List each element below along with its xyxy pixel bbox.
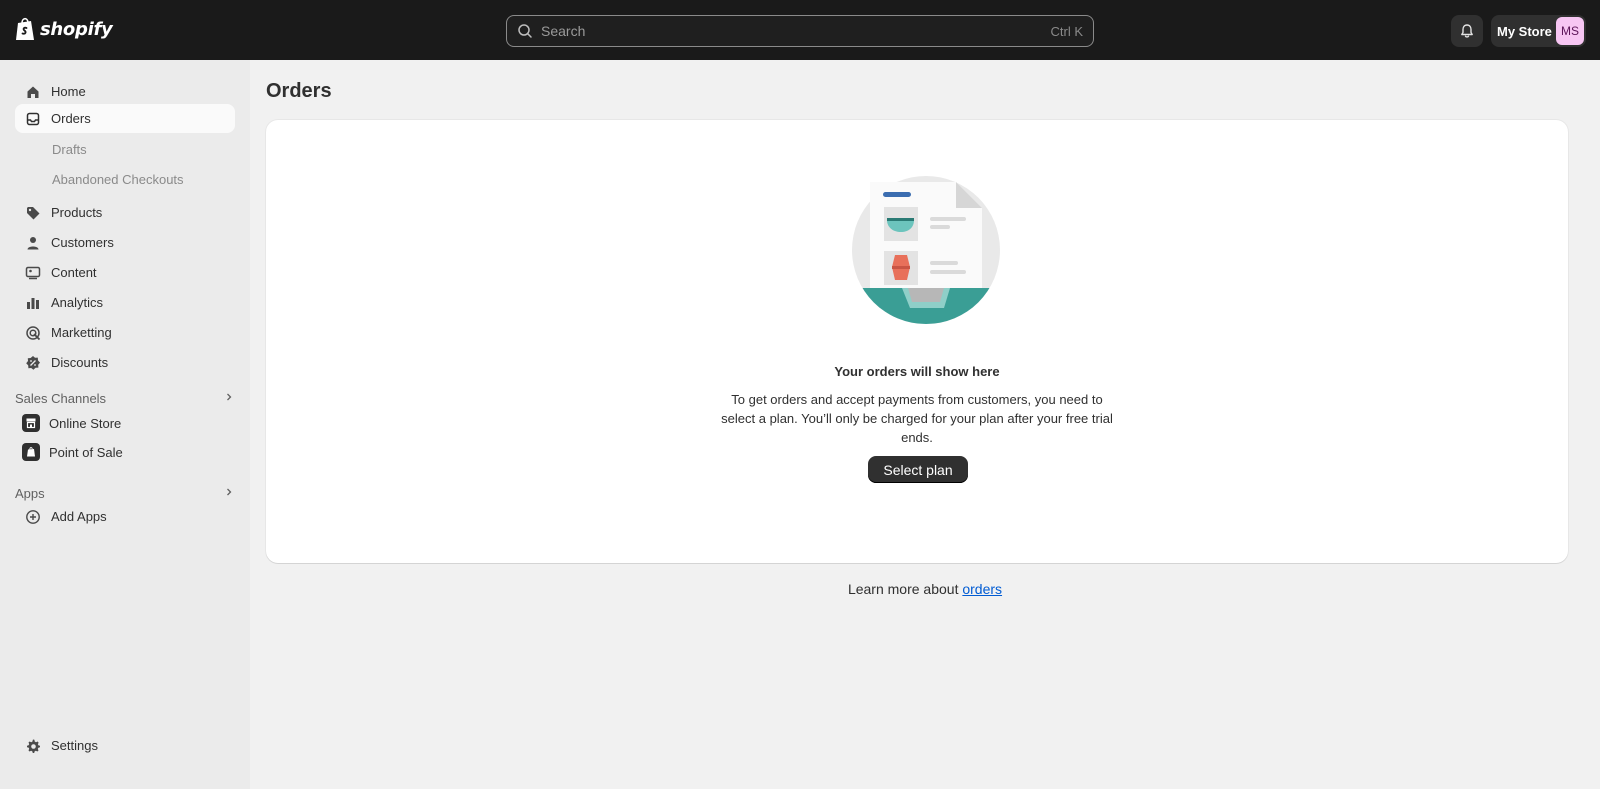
orders-illustration [852, 176, 1000, 324]
sidebar-item-marketing[interactable]: Marketting [15, 318, 235, 347]
sidebar-item-analytics[interactable]: Analytics [15, 288, 235, 317]
sales-channels-title: Sales Channels [15, 391, 107, 406]
sidebar-item-label: Marketting [51, 325, 112, 340]
learn-more-orders-link[interactable]: orders [962, 581, 1002, 597]
sidebar-item-online-store[interactable]: Online Store [22, 414, 121, 432]
sidebar-item-label: Content [51, 265, 97, 280]
sidebar-item-label: Customers [51, 235, 114, 250]
empty-state-card: Your orders will show here To get orders… [266, 120, 1568, 563]
sidebar-item-label: Add Apps [51, 509, 107, 524]
top-bar: shopify Ctrl K My Store MS [0, 0, 1600, 60]
plus-circle-icon [25, 509, 41, 525]
sidebar-item-settings[interactable]: Settings [15, 731, 235, 760]
bar-chart-icon [25, 295, 41, 311]
discount-icon [25, 355, 41, 371]
shopify-logo[interactable]: shopify [14, 16, 113, 42]
sidebar-item-orders[interactable]: Orders [15, 104, 235, 133]
chevron-right-icon [227, 488, 232, 496]
sidebar-item-products[interactable]: Products [15, 198, 235, 227]
person-icon [25, 235, 41, 251]
pos-icon [22, 443, 40, 461]
main-content: Orders Your orders will show here To get… [250, 60, 1600, 789]
sidebar-item-label: Settings [51, 738, 98, 753]
tag-icon [25, 205, 41, 221]
sales-channels-header[interactable]: Sales Channels [15, 391, 235, 406]
gear-icon [25, 738, 41, 754]
channel-label: Point of Sale [49, 444, 123, 460]
select-plan-button[interactable]: Select plan [868, 456, 968, 483]
sidebar-item-label: Products [51, 205, 103, 220]
learn-more: Learn more about orders [250, 581, 1600, 597]
sidebar-item-label: Discounts [51, 355, 109, 370]
store-name: My Store [1497, 23, 1552, 39]
empty-state-body: To get orders and accept payments from c… [721, 392, 1113, 445]
notifications-button[interactable] [1451, 15, 1483, 47]
sidebar-item-customers[interactable]: Customers [15, 228, 235, 257]
sidebar-item-discounts[interactable]: Discounts [15, 348, 235, 377]
sidebar-item-label: Orders [51, 111, 91, 126]
sidebar-subitem-drafts[interactable]: Drafts [52, 142, 87, 157]
inbox-icon [25, 111, 41, 127]
sidebar-item-label: Home [51, 84, 86, 99]
image-icon [25, 265, 41, 281]
target-icon [25, 325, 41, 341]
sidebar-item-label: Analytics [51, 295, 104, 310]
search-shortcut: Ctrl K [1050, 23, 1084, 39]
store-icon [22, 414, 40, 432]
channel-label: Online Store [49, 415, 122, 431]
store-menu-button[interactable]: My Store MS [1491, 15, 1586, 47]
logo-text: shopify [40, 18, 113, 40]
chevron-right-icon [227, 393, 232, 401]
search-input[interactable] [533, 23, 1051, 39]
learn-more-text: Learn more about [847, 581, 963, 597]
home-icon [25, 84, 41, 100]
search-bar[interactable]: Ctrl K [506, 15, 1094, 47]
shopify-bag-icon [16, 17, 34, 40]
search-icon [518, 24, 532, 38]
page-title: Orders [266, 80, 332, 102]
sidebar-item-add-apps[interactable]: Add Apps [15, 502, 235, 531]
sidebar-item-point-of-sale[interactable]: Point of Sale [22, 443, 123, 461]
sidebar-item-content[interactable]: Content [15, 258, 235, 287]
apps-header[interactable]: Apps [15, 486, 235, 501]
empty-state-heading: Your orders will show here [834, 364, 1000, 379]
sidebar-item-home[interactable]: Home [15, 77, 235, 106]
sidebar-subitem-abandoned-checkouts[interactable]: Abandoned Checkouts [52, 172, 184, 187]
sidebar: Home Orders Drafts Abandoned Checkouts P… [0, 60, 250, 789]
apps-title: Apps [15, 486, 45, 501]
avatar: MS [1556, 17, 1584, 45]
bell-icon [1461, 24, 1473, 38]
